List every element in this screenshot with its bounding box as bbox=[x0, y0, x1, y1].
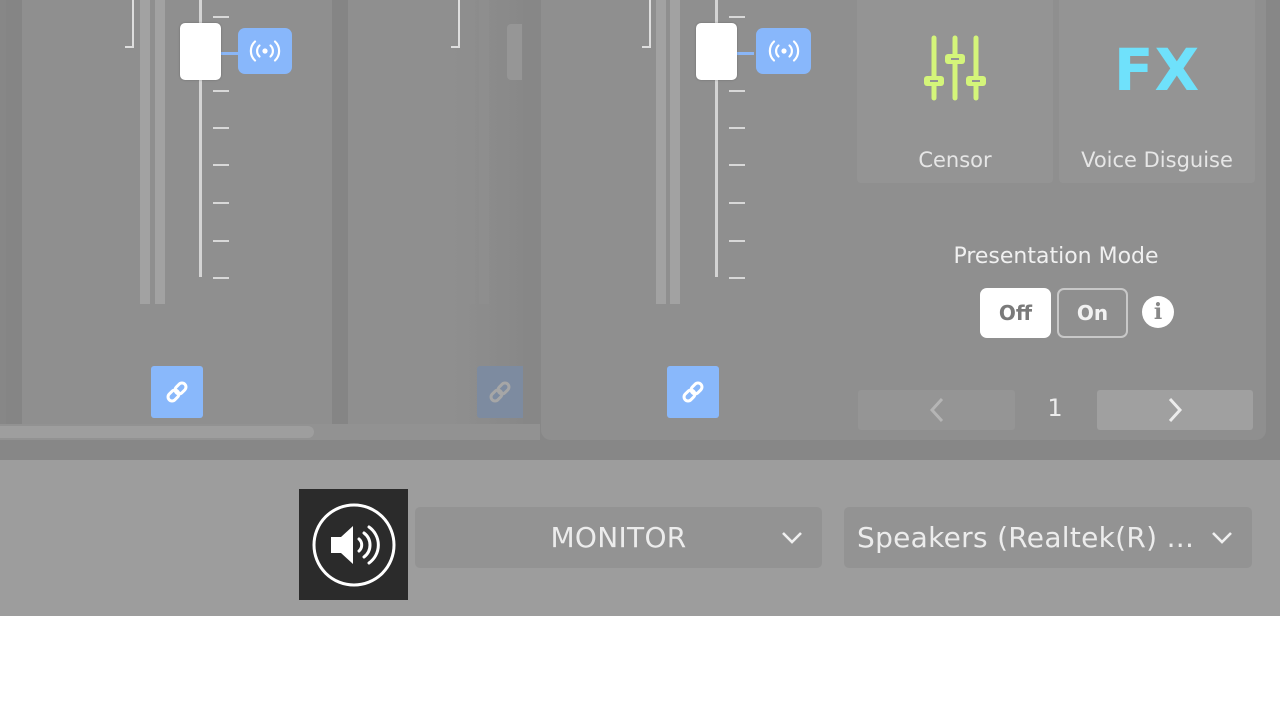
channel-strip-2 bbox=[348, 0, 523, 424]
page-prev-button[interactable] bbox=[858, 390, 1015, 430]
chevron-left-icon bbox=[929, 397, 943, 423]
effect-card-censor[interactable]: Censor bbox=[857, 0, 1053, 183]
effect-label-censor: Censor bbox=[918, 148, 992, 172]
fader-tick bbox=[213, 16, 229, 18]
page-next-button[interactable] bbox=[1097, 390, 1253, 430]
mix-select-value: MONITOR bbox=[550, 521, 687, 554]
fx-icon: FX bbox=[1113, 36, 1201, 104]
fader-tick bbox=[213, 202, 229, 204]
output-device-select[interactable]: Speakers (Realtek(R) ... bbox=[844, 507, 1252, 568]
channel-3-meter-right bbox=[670, 0, 680, 304]
fader-tick bbox=[729, 127, 745, 129]
presentation-mode-on-button[interactable]: On bbox=[1057, 288, 1128, 338]
fader-tick bbox=[729, 16, 745, 18]
channel-2-meter-left bbox=[465, 0, 475, 304]
sliders-icon bbox=[857, 34, 1053, 104]
channel-divider bbox=[6, 0, 22, 424]
fader-tick bbox=[213, 277, 229, 279]
fader-tick bbox=[729, 164, 745, 166]
link-icon bbox=[682, 381, 704, 403]
channel-1-link-button[interactable] bbox=[151, 366, 203, 418]
fader-tick bbox=[213, 127, 229, 129]
channel-3-broadcast-button[interactable] bbox=[756, 28, 811, 74]
fader-tick bbox=[729, 240, 745, 242]
mix-select[interactable]: MONITOR bbox=[415, 507, 822, 568]
effect-card-voice-disguise[interactable]: FX Voice Disguise bbox=[1059, 0, 1255, 183]
presentation-mode-off-button[interactable]: Off bbox=[980, 288, 1051, 338]
mixer-area: Censor FX Voice Disguise Presentation Mo… bbox=[0, 0, 1280, 460]
broadcast-icon bbox=[249, 40, 281, 62]
page-number: 1 bbox=[1047, 394, 1063, 422]
channel-2-bracket bbox=[451, 0, 460, 48]
channel-2-link-button[interactable] bbox=[477, 366, 523, 418]
info-icon[interactable]: i bbox=[1142, 296, 1174, 328]
channel-1-meter-left bbox=[140, 0, 150, 304]
app-window: Censor FX Voice Disguise Presentation Mo… bbox=[0, 0, 1280, 616]
channel-3-bracket bbox=[642, 0, 651, 48]
fader-tick bbox=[213, 164, 229, 166]
link-icon bbox=[489, 381, 511, 403]
broadcast-icon bbox=[768, 40, 799, 62]
speaker-volume-icon bbox=[312, 503, 395, 586]
channel-1-meter-right bbox=[155, 0, 165, 304]
fader-tick bbox=[729, 202, 745, 204]
fader-tick bbox=[729, 277, 745, 279]
channel-3-meter-left bbox=[656, 0, 666, 304]
effect-label-voice-disguise: Voice Disguise bbox=[1081, 148, 1233, 172]
speaker-button[interactable] bbox=[299, 489, 408, 600]
chevron-right-icon bbox=[1168, 397, 1183, 423]
chevron-down-icon bbox=[782, 532, 802, 544]
channel-3-link-button[interactable] bbox=[667, 366, 719, 418]
presentation-mode-label: Presentation Mode bbox=[953, 244, 1159, 269]
fader-tick bbox=[213, 90, 229, 92]
fader-tick bbox=[213, 240, 229, 242]
channel-2-meter-right bbox=[479, 0, 489, 304]
channel-3-fader-knob[interactable] bbox=[696, 23, 737, 80]
channel-1-broadcast-button[interactable] bbox=[238, 28, 292, 74]
chevron-down-icon bbox=[1212, 532, 1232, 544]
output-device-value: Speakers (Realtek(R) ... bbox=[857, 521, 1195, 554]
fader-tick bbox=[729, 90, 745, 92]
channel-divider bbox=[332, 0, 348, 424]
channel-2-fader-knob[interactable] bbox=[507, 24, 522, 80]
link-icon bbox=[166, 381, 188, 403]
fader-connector bbox=[220, 52, 238, 55]
mixer-scrollbar-thumb[interactable] bbox=[0, 426, 314, 438]
channel-1-fader-knob[interactable] bbox=[180, 23, 221, 80]
fader-connector bbox=[736, 52, 754, 55]
channel-1-bracket bbox=[125, 0, 134, 48]
